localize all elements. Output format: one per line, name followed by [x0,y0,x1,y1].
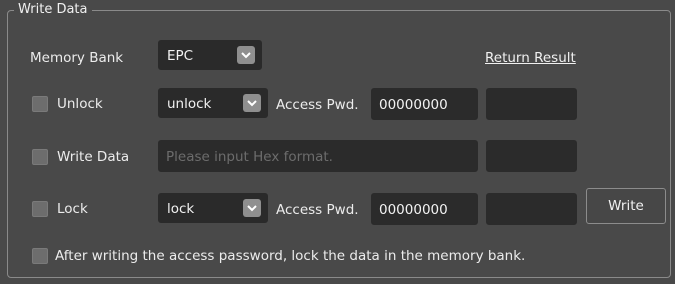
memory-bank-label: Memory Bank [30,50,124,66]
lock-access-pwd-label: Access Pwd. [276,202,359,218]
unlock-access-pwd-value: 00000000 [379,97,448,113]
lock-value: lock [167,201,195,217]
write-data-placeholder: Please input Hex format. [166,149,333,165]
memory-bank-value: EPC [167,48,194,64]
write-data-input[interactable]: Please input Hex format. [158,140,478,172]
lock-label: Lock [57,201,88,217]
unlock-access-pwd-input[interactable]: 00000000 [371,88,478,120]
return-result-link[interactable]: Return Result [485,49,576,67]
lock-select[interactable]: lock [158,193,268,223]
write-data-checkbox[interactable] [32,149,48,165]
memory-bank-select[interactable]: EPC [158,40,262,70]
lock-checkbox[interactable] [32,201,48,217]
chevron-down-icon[interactable] [237,46,255,64]
unlock-access-pwd-label: Access Pwd. [276,97,359,113]
lock-result-field [486,193,577,225]
lock-access-pwd-input[interactable]: 00000000 [371,193,478,225]
unlock-result-field [486,88,577,120]
unlock-value: unlock [167,96,212,112]
group-title: Write Data [14,2,92,18]
unlock-select[interactable]: unlock [158,88,268,118]
write-data-label: Write Data [57,149,130,165]
chevron-down-icon[interactable] [243,199,261,217]
write-button[interactable]: Write [586,188,666,224]
lock-access-pwd-value: 00000000 [379,202,448,218]
chevron-down-icon[interactable] [243,94,261,112]
lock-after-write-checkbox[interactable] [32,248,48,264]
unlock-label: Unlock [57,96,103,112]
unlock-checkbox[interactable] [32,96,48,112]
lock-after-write-label: After writing the access password, lock … [55,248,526,264]
write-result-field [486,140,577,172]
